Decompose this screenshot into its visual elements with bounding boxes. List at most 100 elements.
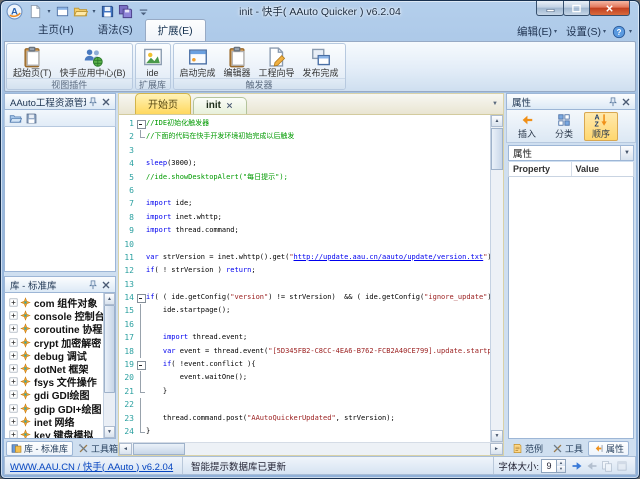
code-editor[interactable]: 1//IDE初始化触发器2//下面的代码在快手开发环境初始完成以后触发34sle… [119, 115, 503, 442]
expand-icon[interactable] [9, 404, 18, 413]
code-line[interactable]: 19 if( !event.conflict ){ [119, 358, 490, 371]
editor-vscrollbar[interactable]: ▲ ▼ [490, 115, 503, 442]
help-icon[interactable]: ? [612, 25, 626, 39]
code-line[interactable]: 3 [119, 144, 490, 157]
code-line[interactable]: 18 var event = thread.event("[5D345FB2-C… [119, 345, 490, 358]
expand-icon[interactable] [9, 417, 18, 426]
code-line[interactable]: 5//ide.showDesktopAlert("每日提示"); [119, 171, 490, 184]
code-line[interactable]: 22 [119, 398, 490, 411]
scroll-up-icon[interactable]: ▲ [104, 293, 115, 305]
chevron-down-icon[interactable]: ▼ [620, 146, 633, 160]
maximize-button[interactable] [563, 1, 590, 16]
close-icon[interactable] [225, 101, 234, 110]
startup-done-button[interactable]: 启动完成 [176, 45, 220, 78]
wizard-button[interactable]: 工程向导 [255, 45, 299, 78]
expand-icon[interactable] [9, 364, 18, 373]
website-link[interactable]: WWW.AAU.CN / 快手( AAuto ) v6.2.04 [5, 457, 183, 474]
pin-icon[interactable] [87, 279, 99, 291]
library-scrollbar[interactable]: ▲ ▼ [103, 293, 115, 438]
properties-table-body[interactable] [508, 177, 634, 439]
expand-icon[interactable] [9, 298, 18, 307]
expand-icon[interactable] [9, 311, 18, 320]
code-area[interactable]: 1//IDE初始化触发器2//下面的代码在快手开发环境初始完成以后触发34sle… [119, 117, 490, 442]
fold-marker[interactable] [136, 358, 146, 371]
properties-selector[interactable]: 属性 ▼ [508, 145, 634, 161]
properties-tab-1[interactable]: 工具 [548, 441, 587, 456]
library-item[interactable]: debug 调试 [7, 349, 115, 362]
code-line[interactable]: 7import ide; [119, 197, 490, 210]
editor-tab-1[interactable]: init [193, 97, 247, 114]
expand-icon[interactable] [9, 324, 18, 333]
menu-item-1[interactable]: 设置(S)▾ [563, 22, 609, 41]
library-item[interactable]: dotNet 框架 [7, 362, 115, 375]
code-line[interactable]: 16 [119, 318, 490, 331]
publish-button[interactable]: 发布完成 [299, 45, 343, 78]
expand-icon[interactable] [9, 338, 18, 347]
scrollbar-thumb[interactable] [104, 305, 115, 393]
scroll-up-icon[interactable]: ▲ [491, 115, 503, 127]
scroll-right-icon[interactable]: ► [490, 443, 503, 455]
code-line[interactable]: 11var strVersion = inet.whttp().get("htt… [119, 251, 490, 264]
fold-marker[interactable] [136, 117, 146, 130]
library-item[interactable]: gdi GDI绘图 [7, 388, 115, 401]
library-item[interactable]: coroutine 协程 [7, 322, 115, 335]
scroll-down-icon[interactable]: ▼ [104, 426, 115, 438]
editor-hscrollbar[interactable]: ◄ ► [119, 442, 503, 455]
code-line[interactable]: 9import thread.command; [119, 224, 490, 237]
ribbon-tab-2[interactable]: 扩展(E) [145, 19, 206, 41]
close-icon[interactable] [100, 279, 112, 291]
tab-list-dropdown-icon[interactable]: ▼ [492, 101, 498, 107]
code-line[interactable]: 17 import thread.event; [119, 331, 490, 344]
library-tab-1[interactable]: 工具箱 [74, 441, 122, 456]
code-line[interactable]: 6 [119, 184, 490, 197]
expand-icon[interactable] [9, 377, 18, 386]
expand-icon[interactable] [9, 351, 18, 360]
frame-icon[interactable] [616, 460, 628, 472]
forward-icon[interactable] [571, 460, 583, 472]
editor-tab-0[interactable]: 开始页 [135, 93, 191, 114]
properties-tab-0[interactable]: 范例 [508, 441, 547, 456]
library-item[interactable]: console 控制台窗口 [7, 309, 115, 322]
code-line[interactable]: 24} [119, 425, 490, 438]
chevron-down-icon[interactable]: ▾ [629, 28, 632, 35]
project-save-icon[interactable] [25, 112, 38, 125]
library-item[interactable]: gdip GDI+绘图 [7, 402, 115, 415]
library-tab-0[interactable]: 库 - 标准库 [6, 441, 73, 456]
code-line[interactable]: 20 event.waitOne(); [119, 371, 490, 384]
library-item[interactable]: fsys 文件操作 [7, 375, 115, 388]
insert-button[interactable]: 插入 [510, 112, 544, 141]
library-item[interactable]: com 组件对象 [7, 296, 115, 309]
app-center-button[interactable]: 快手应用中心(B) [56, 45, 130, 78]
code-line[interactable]: 21 } [119, 385, 490, 398]
code-line[interactable]: 12if( ! strVersion ) return; [119, 264, 490, 277]
code-line[interactable]: 15 ide.startpage(); [119, 304, 490, 317]
expand-icon[interactable] [9, 390, 18, 399]
pages-icon[interactable] [601, 460, 613, 472]
library-item[interactable]: crypt 加密解密 [7, 336, 115, 349]
pin-icon[interactable] [607, 96, 619, 108]
properties-tab-2[interactable]: 属性 [588, 441, 629, 456]
categorize-button[interactable]: 分类 [547, 112, 581, 141]
code-line[interactable]: 1//IDE初始化触发器 [119, 117, 490, 130]
scroll-left-icon[interactable]: ◄ [119, 443, 132, 455]
expand-icon[interactable] [9, 430, 18, 439]
code-line[interactable]: 8import inet.whttp; [119, 211, 490, 224]
close-icon[interactable] [620, 96, 632, 108]
code-line[interactable]: 4sleep(3000); [119, 157, 490, 170]
close-icon[interactable] [100, 96, 112, 108]
scroll-down-icon[interactable]: ▼ [491, 430, 503, 442]
code-line[interactable]: 13 [119, 278, 490, 291]
library-item[interactable]: key 键盘模拟 [7, 428, 115, 439]
close-button[interactable] [589, 1, 630, 16]
code-line[interactable]: 23 thread.command.post("AAutoQuickerUpda… [119, 412, 490, 425]
explorer-tree-area[interactable] [4, 127, 116, 272]
scrollbar-thumb[interactable] [491, 128, 503, 170]
ribbon-tab-1[interactable]: 语法(S) [86, 19, 145, 41]
back-icon[interactable] [586, 460, 598, 472]
font-size-stepper[interactable]: 9 ▲▼ [541, 459, 566, 473]
pin-icon[interactable] [87, 96, 99, 108]
spin-down-icon[interactable]: ▼ [557, 466, 565, 472]
code-line[interactable]: 10 [119, 238, 490, 251]
title-bar[interactable]: A ▾▾ init - 快手( AAuto Quicker ) v6.2.04 [1, 1, 639, 21]
editor-button[interactable]: 编辑器 [220, 45, 255, 78]
